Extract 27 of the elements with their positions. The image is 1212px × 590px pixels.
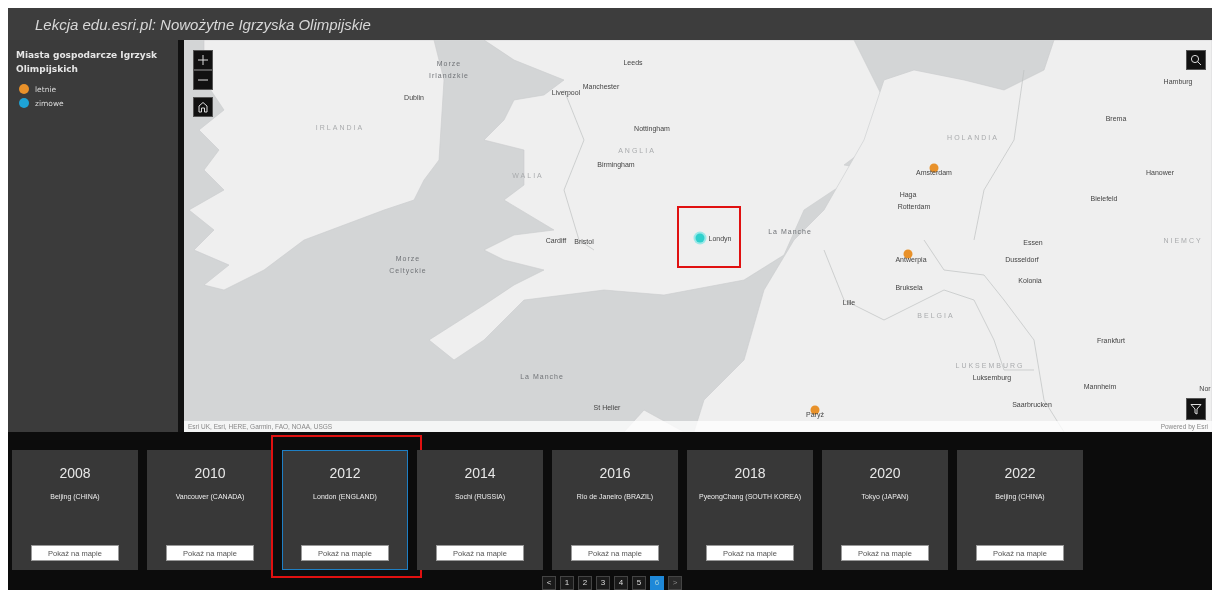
filter-icon bbox=[1190, 403, 1202, 415]
city-marker[interactable] bbox=[903, 249, 913, 259]
search-button[interactable] bbox=[1186, 50, 1206, 70]
home-icon bbox=[197, 101, 209, 113]
card-year: 2010 bbox=[194, 465, 226, 481]
zoom-out-button[interactable] bbox=[193, 70, 213, 90]
card-year: 2014 bbox=[464, 465, 496, 481]
card-year: 2018 bbox=[734, 465, 766, 481]
page-button[interactable]: 4 bbox=[614, 576, 628, 590]
home-button[interactable] bbox=[193, 97, 213, 117]
card-year: 2022 bbox=[1004, 465, 1036, 481]
filter-button[interactable] bbox=[1186, 398, 1206, 420]
card-year: 2012 bbox=[329, 465, 361, 481]
page-button[interactable]: 5 bbox=[632, 576, 646, 590]
card-year: 2020 bbox=[869, 465, 901, 481]
city-marker[interactable] bbox=[695, 233, 705, 243]
page-button[interactable]: 3 bbox=[596, 576, 610, 590]
window-title: Lekcja edu.esri.pl: Nowożytne Igrzyska Olimpijskie bbox=[35, 15, 371, 33]
zoom-in-button[interactable] bbox=[193, 50, 213, 70]
card-year: 2016 bbox=[599, 465, 631, 481]
legend-title: Miasta gospodarcze Igrzysk Olimpijskich bbox=[16, 49, 159, 76]
plus-icon bbox=[197, 54, 209, 66]
card-year: 2008 bbox=[59, 465, 91, 481]
previous-page-button[interactable]: < bbox=[542, 576, 556, 590]
search-icon bbox=[1190, 54, 1202, 66]
page-button[interactable]: 2 bbox=[578, 576, 592, 590]
page-button[interactable]: 1 bbox=[560, 576, 574, 590]
